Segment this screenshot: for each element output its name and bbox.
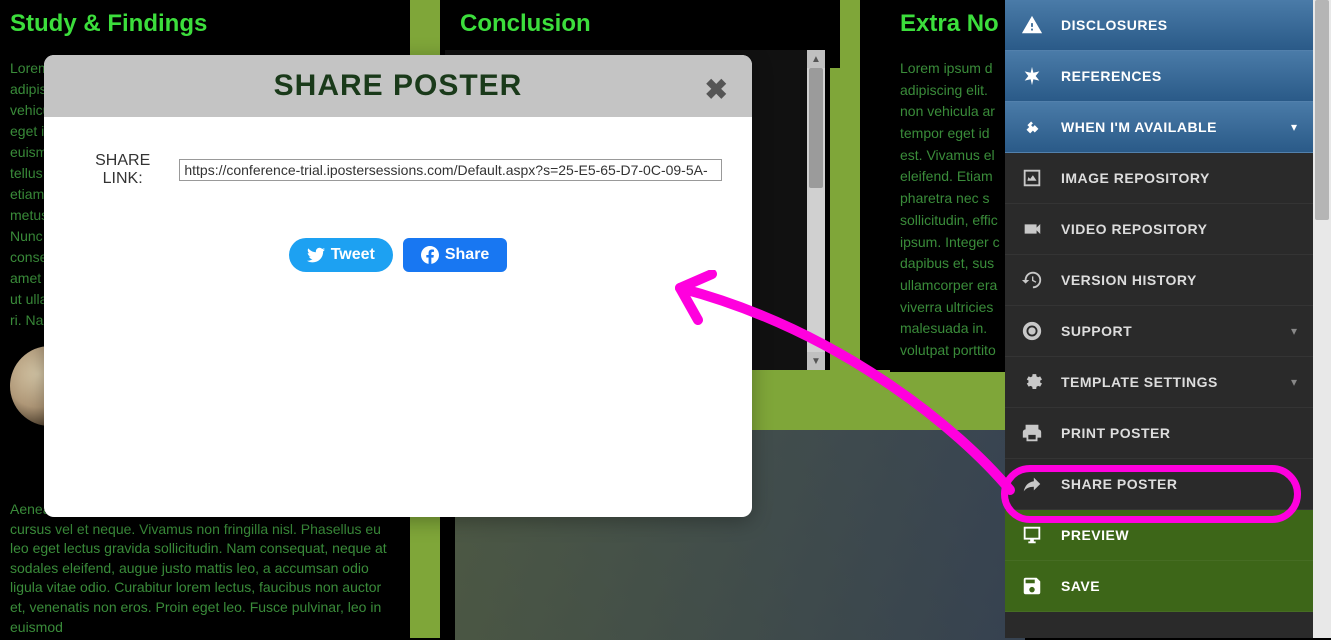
- image-icon: [1021, 167, 1043, 189]
- sidebar-item-label: PRINT POSTER: [1061, 425, 1170, 441]
- life-ring-icon: [1021, 320, 1043, 342]
- sidebar-item-template-settings[interactable]: TEMPLATE SETTINGS ▾: [1005, 357, 1313, 408]
- sidebar-item-video-repo[interactable]: VIDEO REPOSITORY: [1005, 204, 1313, 255]
- main-scrollbar[interactable]: [1313, 0, 1331, 638]
- share-link-label: SHARE LINK:: [74, 152, 171, 188]
- sidebar-item-version-history[interactable]: VERSION HISTORY: [1005, 255, 1313, 306]
- poster-column-study-lower: Aenea pellentesque. Donec non ligula non…: [10, 500, 390, 637]
- sidebar-item-save[interactable]: SAVE: [1005, 561, 1313, 612]
- social-buttons-row: Tweet Share: [74, 238, 722, 272]
- chevron-down-icon: ▾: [1291, 324, 1297, 338]
- sidebar-item-support[interactable]: SUPPORT ▾: [1005, 306, 1313, 357]
- sidebar-item-references[interactable]: REFERENCES: [1005, 51, 1313, 102]
- handshake-icon: [1021, 116, 1043, 138]
- monitor-icon: [1021, 524, 1043, 546]
- sidebar-item-preview[interactable]: PREVIEW: [1005, 510, 1313, 561]
- tweet-button[interactable]: Tweet: [289, 238, 393, 272]
- facebook-share-label: Share: [445, 246, 489, 264]
- sidebar-item-label: WHEN I'M AVAILABLE: [1061, 119, 1217, 135]
- sidebar-item-label: VIDEO REPOSITORY: [1061, 221, 1207, 237]
- close-icon[interactable]: ✖: [705, 73, 728, 106]
- scroll-up-icon[interactable]: ▲: [807, 50, 825, 68]
- video-icon: [1021, 218, 1043, 240]
- sidebar-item-share-poster[interactable]: SHARE POSTER: [1005, 459, 1313, 510]
- settings-icon: [1021, 371, 1043, 393]
- sidebar-item-print-poster[interactable]: PRINT POSTER: [1005, 408, 1313, 459]
- sidebar-item-label: TEMPLATE SETTINGS: [1061, 374, 1218, 390]
- print-icon: [1021, 422, 1043, 444]
- modal-body: SHARE LINK: Tweet Share: [44, 117, 752, 307]
- sidebar-item-label: SUPPORT: [1061, 323, 1132, 339]
- chevron-down-icon: ▾: [1291, 375, 1297, 389]
- history-icon: [1021, 269, 1043, 291]
- conclusion-scrollbar[interactable]: ▲ ▼: [807, 50, 825, 370]
- modal-title: SHARE POSTER: [274, 69, 523, 103]
- twitter-icon: [307, 246, 325, 264]
- asterisk-icon: [1021, 65, 1043, 87]
- sidebar-item-image-repo[interactable]: IMAGE REPOSITORY: [1005, 153, 1313, 204]
- sidebar-item-label: SHARE POSTER: [1061, 476, 1177, 492]
- sidebar-item-label: REFERENCES: [1061, 68, 1162, 84]
- sidebar-item-label: SAVE: [1061, 578, 1100, 594]
- tweet-button-label: Tweet: [331, 246, 375, 264]
- facebook-share-button[interactable]: Share: [403, 238, 507, 272]
- sidebar-item-availability[interactable]: WHEN I'M AVAILABLE ▾: [1005, 102, 1313, 153]
- chevron-down-icon: ▾: [1291, 120, 1297, 134]
- share-poster-modal: SHARE POSTER ✖ SHARE LINK: Tweet Share: [44, 55, 752, 517]
- sidebar-item-label: PREVIEW: [1061, 527, 1129, 543]
- column1-heading: Study & Findings: [10, 10, 400, 38]
- column1-text-lower: Aenea pellentesque. Donec non ligula non…: [10, 500, 390, 637]
- share-icon: [1021, 473, 1043, 495]
- facebook-icon: [421, 246, 439, 264]
- scroll-down-icon[interactable]: ▼: [807, 352, 825, 370]
- column2-heading: Conclusion: [460, 10, 830, 38]
- sidebar-item-label: VERSION HISTORY: [1061, 272, 1197, 288]
- share-link-input[interactable]: [179, 159, 722, 181]
- sidebar-item-label: DISCLOSURES: [1061, 17, 1168, 33]
- sidebar-item-disclosures[interactable]: DISCLOSURES: [1005, 0, 1313, 51]
- save-icon: [1021, 575, 1043, 597]
- sidebar-item-label: IMAGE REPOSITORY: [1061, 170, 1210, 186]
- warning-icon: [1021, 14, 1043, 36]
- share-link-row: SHARE LINK:: [74, 152, 722, 188]
- sidebar: DISCLOSURES REFERENCES WHEN I'M AVAILABL…: [1005, 0, 1313, 638]
- modal-header: SHARE POSTER ✖: [44, 55, 752, 117]
